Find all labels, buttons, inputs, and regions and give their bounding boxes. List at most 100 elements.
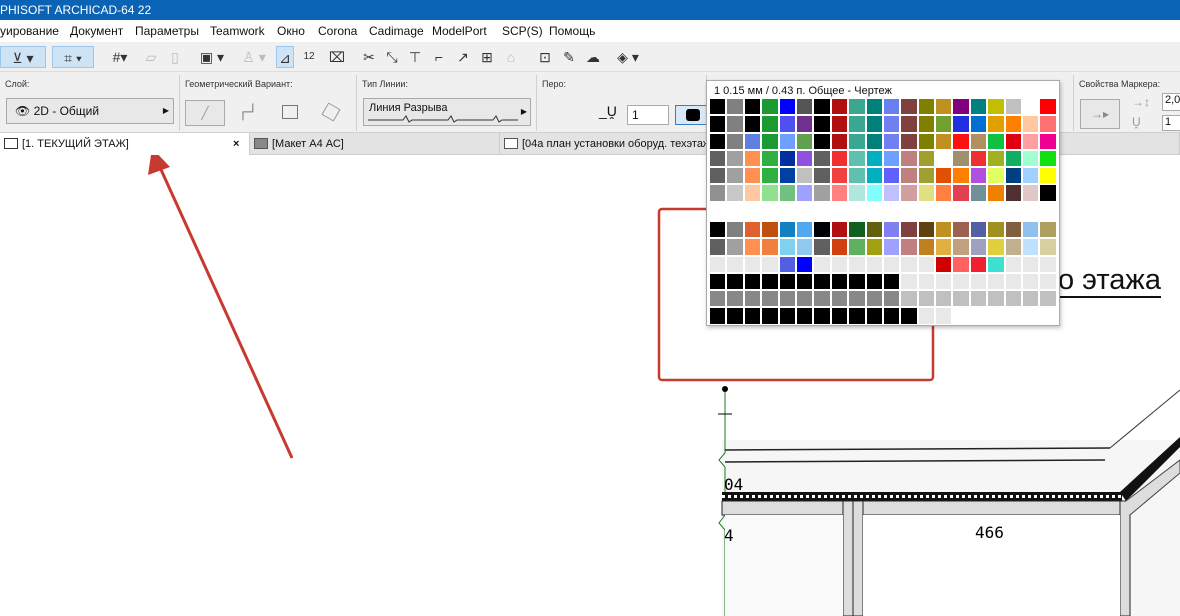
pen-swatch[interactable] (952, 272, 970, 291)
pen-swatch[interactable] (987, 149, 1005, 168)
pen-swatch[interactable] (813, 132, 831, 150)
pen-swatch[interactable] (743, 115, 762, 133)
pen-swatch[interactable] (830, 255, 849, 273)
pen-swatch[interactable] (900, 307, 918, 325)
pen-swatch[interactable] (865, 221, 883, 239)
pen-swatch[interactable] (761, 184, 779, 202)
pen-swatch[interactable] (1039, 221, 1057, 239)
pen-swatch[interactable] (900, 272, 918, 291)
pen-swatch[interactable] (900, 290, 918, 308)
pen-swatch[interactable] (848, 132, 866, 150)
pen-swatch[interactable] (848, 115, 866, 133)
pen-swatch[interactable] (900, 184, 918, 202)
menu-scp[interactable]: SCP(S) (502, 24, 543, 38)
pen-swatch[interactable] (830, 98, 849, 116)
pen-swatch[interactable] (813, 238, 831, 256)
pen-swatch[interactable] (952, 184, 970, 202)
pen-swatch[interactable] (865, 98, 883, 116)
pen-swatch[interactable] (1004, 255, 1023, 273)
menu-cadimage[interactable]: Cadimage (369, 24, 424, 38)
intersect-icon[interactable]: ⌧ (328, 46, 346, 68)
pen-swatch[interactable] (987, 238, 1005, 256)
pen-swatch[interactable] (709, 149, 727, 168)
pen-swatch[interactable] (917, 307, 936, 325)
pen-swatch[interactable] (848, 149, 866, 168)
pen-swatch[interactable] (935, 238, 953, 256)
pen-swatch[interactable] (987, 272, 1005, 291)
pen-swatch[interactable] (709, 221, 727, 239)
pen-swatch[interactable] (726, 221, 744, 239)
linetype-select[interactable]: Линия Разрыва ▶ (363, 98, 531, 126)
pen-swatch[interactable] (709, 132, 727, 150)
offset-icon[interactable]: ⊞ (478, 46, 496, 68)
pen-swatch[interactable] (1022, 115, 1040, 133)
pen-swatch[interactable] (1004, 221, 1023, 239)
menu-design[interactable]: уирование (0, 24, 59, 38)
pen-swatch[interactable] (987, 98, 1005, 116)
pen-swatch[interactable] (726, 272, 744, 291)
pen-swatch[interactable] (987, 115, 1005, 133)
menu-modelport[interactable]: ModelPort (432, 24, 487, 38)
pen-swatch[interactable] (795, 149, 814, 168)
pen-swatch[interactable] (952, 149, 970, 168)
pen-swatch[interactable] (969, 98, 988, 116)
pen-swatch[interactable] (865, 132, 883, 150)
pen-swatch[interactable] (969, 221, 988, 239)
pen-swatch[interactable] (709, 184, 727, 202)
pen-swatch[interactable] (987, 307, 1005, 325)
pen-swatch[interactable] (743, 238, 762, 256)
pen-swatch[interactable] (761, 272, 779, 291)
pen-swatch[interactable] (917, 238, 936, 256)
group-icon[interactable]: ⊡ (536, 46, 554, 68)
pen-swatch[interactable] (952, 167, 970, 185)
pen-swatch[interactable] (865, 149, 883, 168)
pen-swatch[interactable] (778, 149, 796, 168)
pen-swatch[interactable] (813, 221, 831, 239)
pen-swatch[interactable] (795, 238, 814, 256)
menu-help[interactable]: Помощь (549, 24, 595, 38)
adjust-icon[interactable]: ⤡ (383, 46, 401, 68)
pen-swatch[interactable] (917, 184, 936, 202)
pen-swatch[interactable] (935, 290, 953, 308)
pen-color-button[interactable] (675, 105, 707, 125)
pen-swatch[interactable] (987, 255, 1005, 273)
pen-swatch[interactable] (882, 98, 901, 116)
pen-swatch[interactable] (882, 167, 901, 185)
pen-swatch[interactable] (900, 98, 918, 116)
pen-swatch[interactable] (743, 98, 762, 116)
menu-window[interactable]: Окно (277, 24, 305, 38)
pen-swatch[interactable] (969, 238, 988, 256)
pen-swatch[interactable] (726, 115, 744, 133)
pen-swatch[interactable] (830, 115, 849, 133)
pen-swatch[interactable] (778, 238, 796, 256)
pen-swatch[interactable] (917, 290, 936, 308)
pen-swatch[interactable] (726, 238, 744, 256)
pen-swatch[interactable] (1004, 149, 1023, 168)
pen-swatch[interactable] (848, 98, 866, 116)
pen-swatch[interactable] (865, 255, 883, 273)
pen-swatch[interactable] (795, 98, 814, 116)
pen-swatch[interactable] (1004, 184, 1023, 202)
pen-swatch[interactable] (709, 98, 727, 116)
pen-swatch[interactable] (726, 290, 744, 308)
pen-swatch[interactable] (813, 184, 831, 202)
pen-swatch[interactable] (813, 149, 831, 168)
pen-swatch[interactable] (882, 307, 901, 325)
pen-swatch[interactable] (1039, 307, 1057, 325)
pen-swatch[interactable] (743, 149, 762, 168)
pen-swatch[interactable] (882, 272, 901, 291)
pen-swatch[interactable] (987, 167, 1005, 185)
pen-swatch[interactable] (969, 290, 988, 308)
pen-swatch[interactable] (917, 132, 936, 150)
pen-swatch[interactable] (900, 167, 918, 185)
pen-swatch[interactable] (935, 149, 953, 168)
pen-swatch[interactable] (761, 290, 779, 308)
pen-swatch[interactable] (848, 221, 866, 239)
pen-swatch[interactable] (795, 255, 814, 273)
pen-swatch[interactable] (1039, 149, 1057, 168)
pen-swatch[interactable] (1039, 255, 1057, 273)
pen-swatch[interactable] (935, 132, 953, 150)
pen-swatch[interactable] (935, 307, 953, 325)
pen-swatch[interactable] (1004, 167, 1023, 185)
curve-icon[interactable]: ↗ (454, 46, 472, 68)
